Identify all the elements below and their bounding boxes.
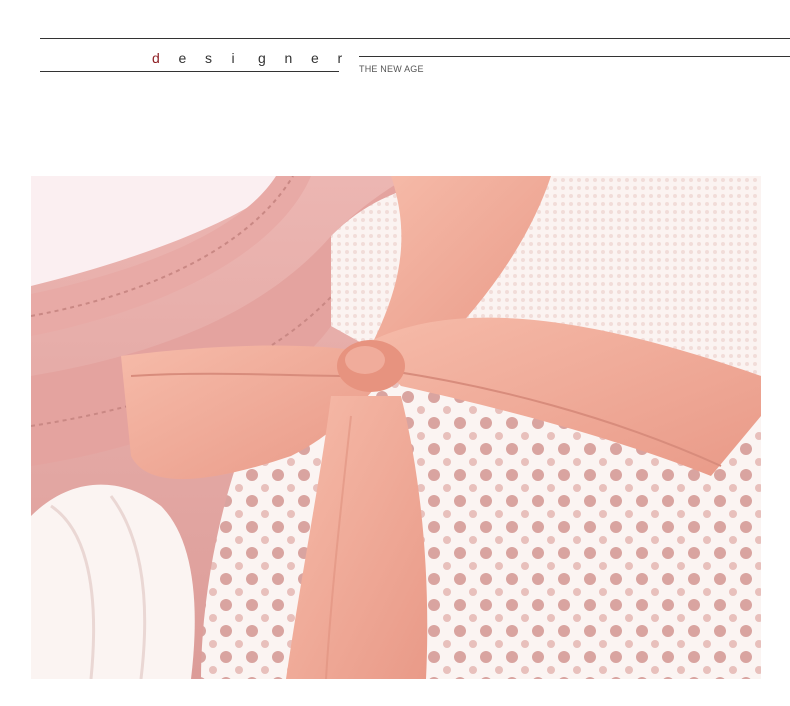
brand-letter: d (152, 50, 160, 66)
tagline: THE NEW AGE (359, 64, 424, 74)
brand-letter: e (178, 50, 187, 66)
brand-letter: n (284, 50, 293, 66)
bow-lace-illustration (31, 176, 761, 679)
brand-letter: e (311, 50, 319, 66)
tagline-divider-line (359, 56, 790, 57)
brand-letter: g (258, 50, 266, 66)
product-photo (31, 176, 761, 679)
brand-letter: s (205, 50, 212, 66)
top-divider-line (40, 38, 790, 39)
brand-wordmark: designer (152, 50, 364, 66)
brand-letter: i (231, 50, 235, 66)
brand-underline (40, 71, 339, 72)
